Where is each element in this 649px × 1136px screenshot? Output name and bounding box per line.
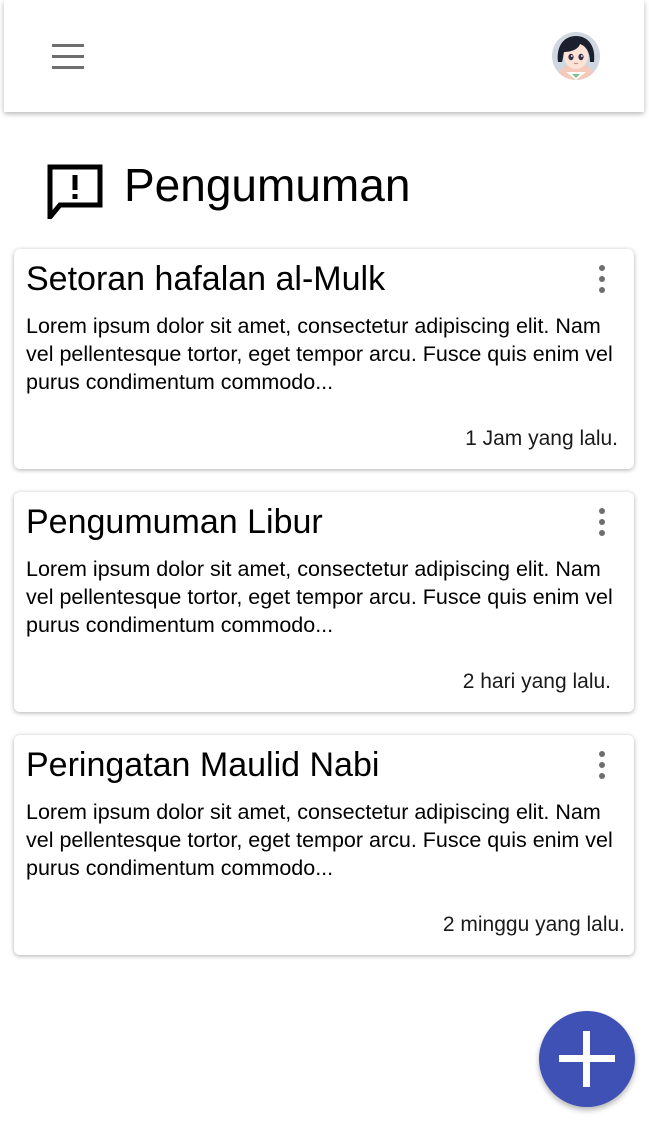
page-title: Pengumuman (124, 159, 411, 211)
avatar[interactable] (552, 32, 600, 80)
announcement-body: Lorem ipsum dolor sit amet, consectetur … (26, 800, 613, 880)
announcement-title: Setoran hafalan al-Mulk (26, 260, 386, 298)
announcement-body: Lorem ipsum dolor sit amet, consectetur … (26, 314, 613, 394)
announcement-body: Lorem ipsum dolor sit amet, consectetur … (26, 557, 613, 637)
announcement-title: Peringatan Maulid Nabi (26, 746, 380, 784)
user-avatar-icon (552, 32, 600, 80)
hamburger-menu-icon[interactable] (48, 41, 88, 73)
announcement-time: 2 minggu yang lalu. (442, 913, 625, 936)
announcement-time: 1 Jam yang lalu. (465, 427, 618, 450)
announcement-card[interactable]: Peringatan Maulid Nabi Lorem ipsum dolor… (14, 735, 634, 955)
announcement-title: Pengumuman Libur (26, 503, 323, 541)
announcement-time: 2 hari yang lalu. (462, 670, 611, 693)
announcement-card[interactable]: Pengumuman Libur Lorem ipsum dolor sit a… (14, 492, 634, 712)
more-vert-icon[interactable] (590, 506, 614, 538)
announcement-icon (47, 164, 103, 219)
add-announcement-button[interactable] (539, 1011, 635, 1107)
app-bar (4, 0, 644, 112)
more-vert-icon[interactable] (590, 263, 614, 295)
announcement-card[interactable]: Setoran hafalan al-Mulk Lorem ipsum dolo… (14, 249, 634, 469)
more-vert-icon[interactable] (590, 749, 614, 781)
